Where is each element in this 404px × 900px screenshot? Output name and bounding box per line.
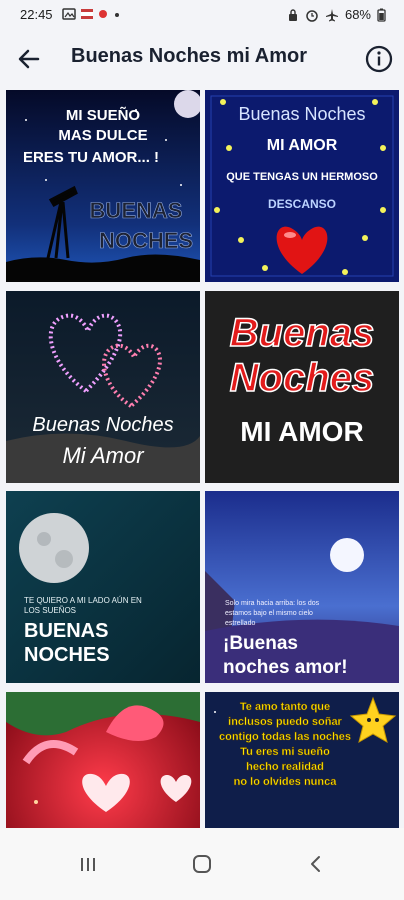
airplane-mode-icon <box>325 8 338 21</box>
image-text: estamos bajo el mismo cielo <box>225 610 313 617</box>
app-bar: Buenas Noches mi Amor <box>0 30 404 88</box>
battery-icon <box>377 8 386 22</box>
goodnight-image-6: Solo mira hacia arriba: los dos estamos … <box>205 491 399 683</box>
image-text: ERES TU AMOR... ! <box>23 149 159 166</box>
dot-icon <box>115 13 119 17</box>
image-grid: MI SUEÑO MAS DULCE ERES TU AMOR... ! BUE… <box>0 88 404 828</box>
battery-percent: 68% <box>344 7 371 22</box>
lock-icon <box>288 8 297 21</box>
goodnight-image-4: Buenas Noches MI AMOR <box>205 291 399 483</box>
image-text: BUENAS <box>24 620 108 642</box>
system-icons: 68% <box>287 7 386 22</box>
home-icon[interactable] <box>182 848 222 880</box>
page-title: Buenas Noches mi Amor <box>71 45 307 67</box>
image-card-8[interactable]: Te amo tanto que inclusos puedo soñar co… <box>205 692 399 828</box>
goodnight-image-1: MI SUEÑO MAS DULCE ERES TU AMOR... ! BUE… <box>6 90 200 282</box>
alarm-icon <box>306 9 318 22</box>
system-navigation-bar <box>0 828 404 900</box>
image-text: Buenas <box>230 311 375 355</box>
image-text: TE QUIERO A MI LADO AÚN EN <box>24 596 142 605</box>
image-text: MI AMOR <box>267 137 338 154</box>
image-text: DESCANSO <box>268 197 336 211</box>
status-bar: 22:45 68% <box>0 0 404 30</box>
image-text: ¡Buenas <box>223 633 298 654</box>
image-card-4[interactable]: Buenas Noches MI AMOR <box>205 291 399 483</box>
image-text: Te amo tanto que <box>240 701 330 713</box>
image-text: BUENAS <box>90 198 183 223</box>
goodnight-image-8: Te amo tanto que inclusos puedo soñar co… <box>205 692 399 828</box>
back-arrow-icon[interactable] <box>12 42 46 76</box>
goodnight-image-2: Buenas Noches MI AMOR QUE TENGAS UN HERM… <box>205 90 399 282</box>
flag-icon <box>81 9 93 19</box>
back-nav-icon[interactable] <box>296 848 336 880</box>
image-text: Buenas Noches <box>32 414 173 436</box>
image-card-1[interactable]: MI SUEÑO MAS DULCE ERES TU AMOR... ! BUE… <box>6 90 200 282</box>
image-text: NOCHES <box>99 228 193 253</box>
recent-apps-icon[interactable] <box>68 848 108 880</box>
image-text: inclusos puedo soñar <box>228 716 342 728</box>
image-text: contigo todas las noches <box>219 731 351 743</box>
goodnight-image-5: TE QUIERO A MI LADO AÚN EN LOS SUEÑOS BU… <box>6 491 200 683</box>
image-card-6[interactable]: Solo mira hacia arriba: los dos estamos … <box>205 491 399 683</box>
image-text: noches amor! <box>223 657 348 678</box>
image-card-2[interactable]: Buenas Noches MI AMOR QUE TENGAS UN HERM… <box>205 90 399 282</box>
app-icon <box>99 10 107 18</box>
image-text: MI AMOR <box>240 416 363 447</box>
image-text: estrellado <box>225 620 255 627</box>
image-text: Buenas Noches <box>238 104 365 124</box>
gallery-icon <box>62 8 76 20</box>
image-text: hecho realidad <box>246 761 324 773</box>
notification-icons <box>62 8 122 20</box>
image-text: Solo mira hacia arriba: los dos <box>225 600 320 607</box>
image-text: MI SUEÑO <box>66 106 141 124</box>
info-icon[interactable] <box>362 42 396 76</box>
goodnight-image-7 <box>6 692 200 828</box>
image-text: no lo olvides nunca <box>234 776 338 788</box>
image-text: MAS DULCE <box>58 127 147 144</box>
status-time: 22:45 <box>20 7 53 22</box>
image-text: Noches <box>230 356 375 400</box>
goodnight-image-3: Buenas Noches Mi Amor <box>6 291 200 483</box>
image-card-3[interactable]: Buenas Noches Mi Amor <box>6 291 200 483</box>
image-text: LOS SUEÑOS <box>24 606 76 615</box>
image-text: NOCHES <box>24 644 110 666</box>
image-text: Mi Amor <box>62 443 145 468</box>
image-card-5[interactable]: TE QUIERO A MI LADO AÚN EN LOS SUEÑOS BU… <box>6 491 200 683</box>
image-card-7[interactable] <box>6 692 200 828</box>
image-text: QUE TENGAS UN HERMOSO <box>226 171 378 183</box>
image-text: Tu eres mi sueño <box>240 746 330 758</box>
